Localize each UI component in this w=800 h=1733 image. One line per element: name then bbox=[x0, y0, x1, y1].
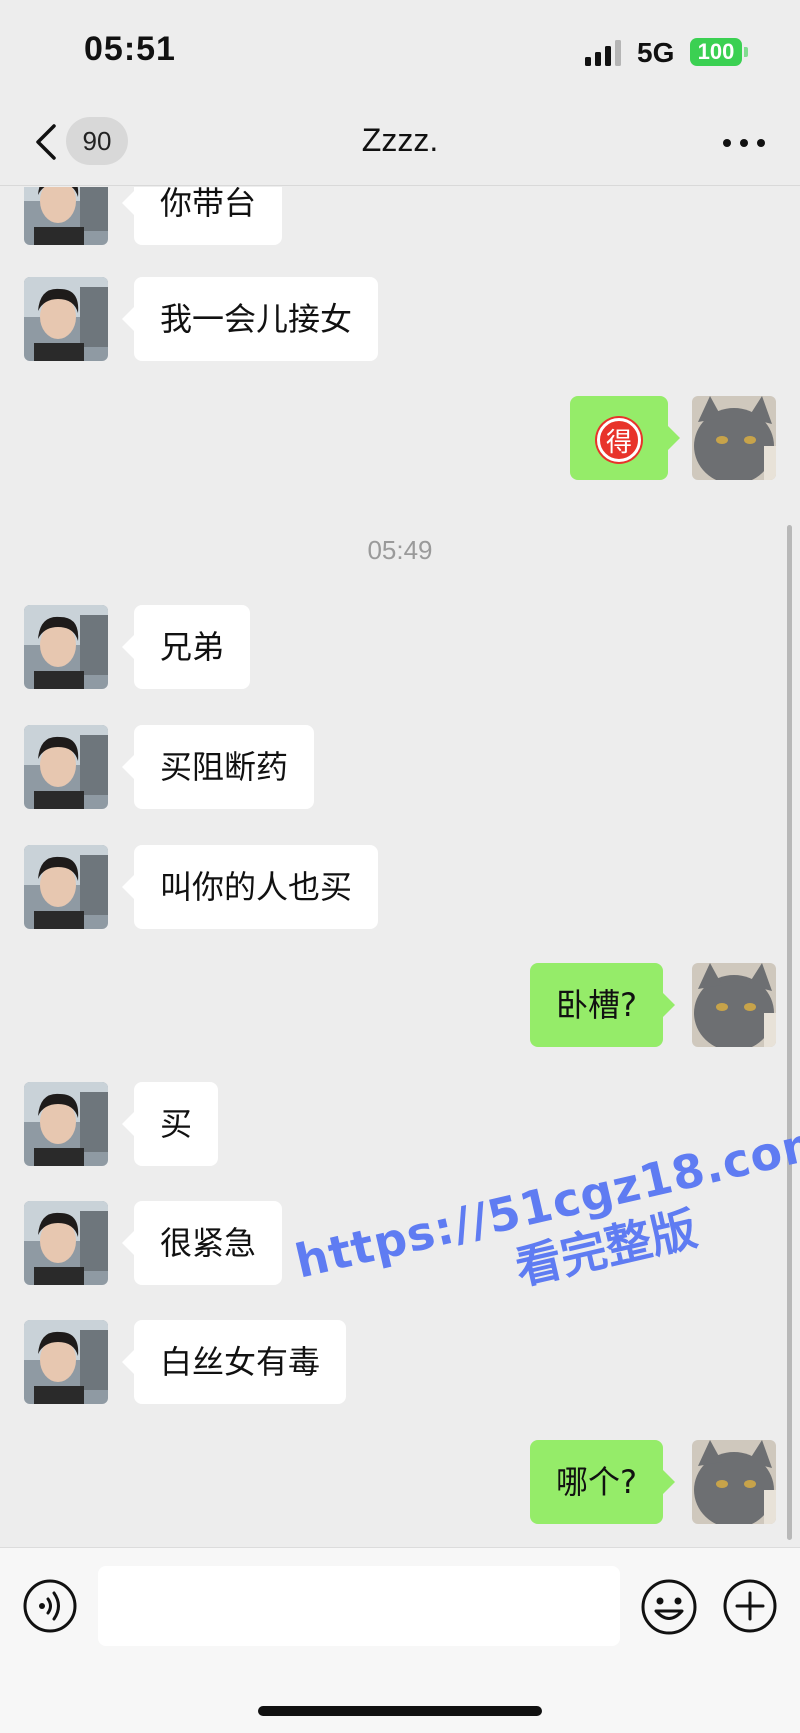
message-text: 卧槽? bbox=[556, 986, 637, 1024]
message-text: 你带台 bbox=[160, 187, 257, 222]
home-indicator[interactable] bbox=[258, 1706, 542, 1716]
message-text: 兄弟 bbox=[160, 628, 225, 666]
scrollbar[interactable] bbox=[787, 525, 792, 1540]
input-bar bbox=[0, 1547, 800, 1733]
message-bubble-outgoing[interactable]: 得 bbox=[570, 396, 680, 480]
message-bubble-incoming[interactable]: 兄弟 bbox=[121, 605, 251, 689]
contact-avatar[interactable] bbox=[24, 277, 108, 361]
contact-avatar[interactable] bbox=[24, 187, 108, 245]
chat-header: 90 Zzzz. bbox=[0, 100, 800, 186]
message-bubble-incoming[interactable]: 叫你的人也买 bbox=[121, 845, 379, 929]
chat-title: Zzzz. bbox=[361, 122, 439, 158]
status-bar: 05:51 5G 100 bbox=[0, 0, 800, 100]
contact-avatar[interactable] bbox=[24, 1320, 108, 1404]
message-bubble-outgoing[interactable]: 卧槽? bbox=[530, 963, 675, 1047]
voice-icon[interactable] bbox=[22, 1578, 78, 1634]
status-time: 05:51 bbox=[84, 30, 176, 68]
message-timestamp: 05:49 bbox=[367, 535, 433, 565]
message-text: 白丝女有毒 bbox=[160, 1343, 321, 1381]
contact-avatar[interactable] bbox=[24, 845, 108, 929]
message-text: 哪个? bbox=[556, 1463, 637, 1501]
plus-icon[interactable] bbox=[722, 1578, 778, 1634]
signal-icon bbox=[585, 40, 621, 66]
more-horizontal-icon[interactable] bbox=[722, 138, 766, 148]
message-bubble-outgoing[interactable]: 哪个? bbox=[530, 1440, 675, 1524]
battery-indicator: 100 bbox=[690, 38, 742, 66]
message-bubble-incoming[interactable]: 买阻断药 bbox=[121, 725, 315, 809]
message-text: 叫你的人也买 bbox=[160, 868, 353, 906]
network-type: 5G bbox=[637, 37, 675, 68]
de-sticker: 得 bbox=[597, 418, 641, 462]
message-text: 买 bbox=[160, 1105, 193, 1143]
battery-tip bbox=[744, 47, 748, 57]
message-input[interactable] bbox=[98, 1566, 620, 1646]
message-bubble-incoming[interactable]: 你带台 bbox=[121, 187, 283, 245]
contact-avatar[interactable] bbox=[24, 725, 108, 809]
contact-avatar[interactable] bbox=[24, 1201, 108, 1285]
message-bubble-incoming[interactable]: 我一会儿接女 bbox=[121, 277, 379, 361]
contact-avatar[interactable] bbox=[24, 1082, 108, 1166]
emoji-icon[interactable] bbox=[640, 1578, 698, 1636]
message-bubble-incoming[interactable]: 买 bbox=[121, 1082, 219, 1166]
self-avatar[interactable] bbox=[692, 396, 776, 480]
message-text: 很紧急 bbox=[160, 1224, 257, 1262]
self-avatar[interactable] bbox=[692, 963, 776, 1047]
message-list[interactable]: 你带台 我一会儿接女 得 05:49 兄弟 买阻断药 叫你的人也买 卧槽? 买 … bbox=[0, 187, 800, 1547]
message-bubble-incoming[interactable]: 白丝女有毒 bbox=[121, 1320, 347, 1404]
message-text: 我一会儿接女 bbox=[160, 300, 353, 338]
message-text: 买阻断药 bbox=[160, 748, 289, 786]
message-bubble-incoming[interactable]: 很紧急 bbox=[121, 1201, 283, 1285]
self-avatar[interactable] bbox=[692, 1440, 776, 1524]
contact-avatar[interactable] bbox=[24, 605, 108, 689]
